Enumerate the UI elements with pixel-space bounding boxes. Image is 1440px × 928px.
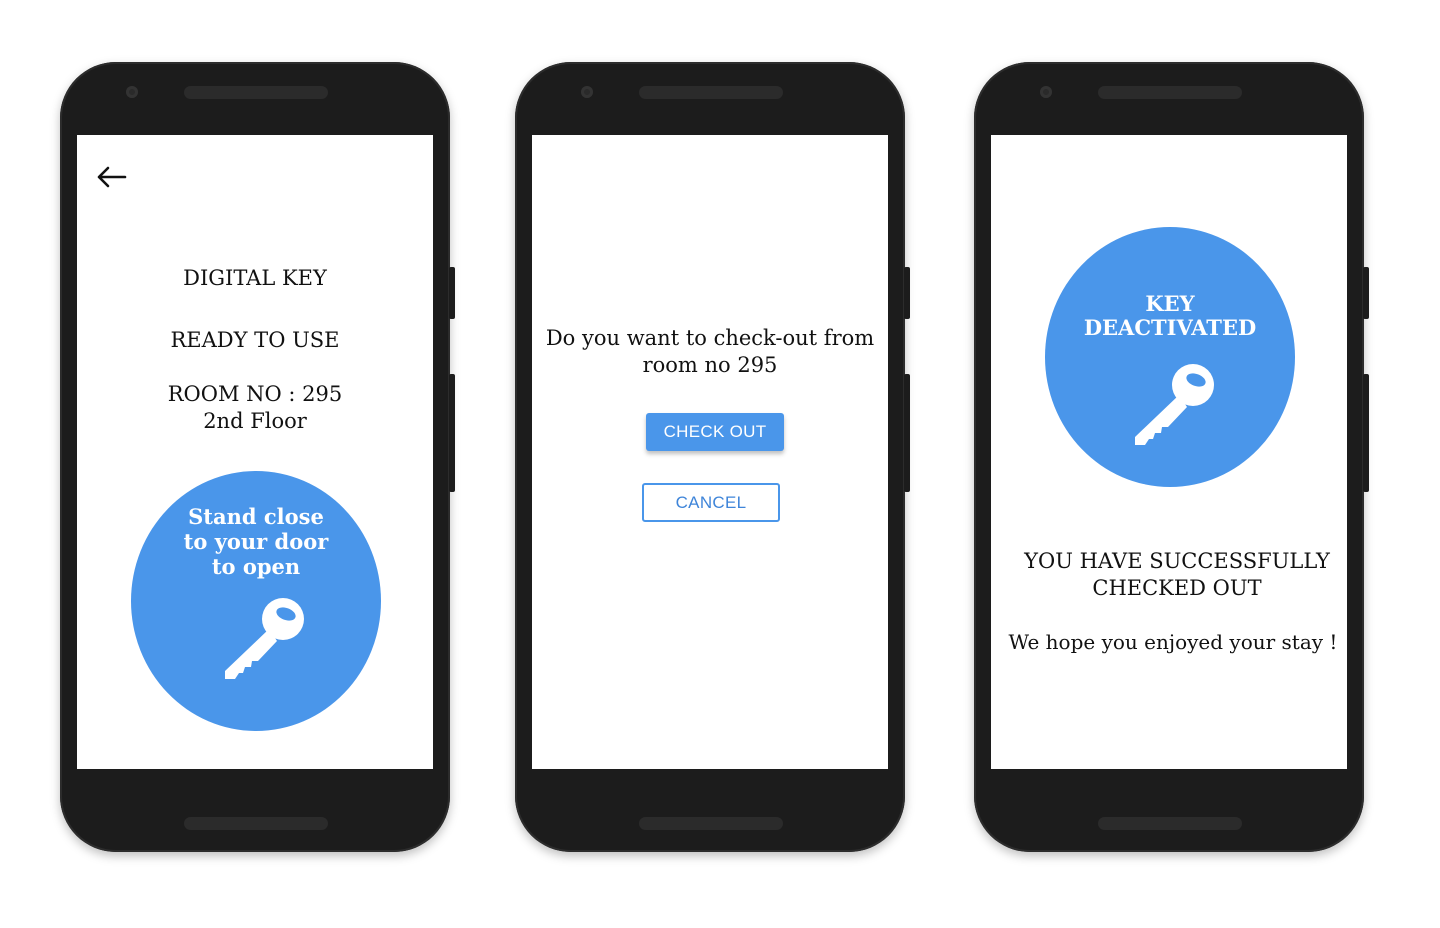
- digital-key-screen: DIGITAL KEY READY TO USE ROOM NO : 295 2…: [77, 135, 433, 769]
- checkout-confirm-screen: Do you want to check-out from room no 29…: [532, 135, 888, 769]
- checked-out-screen: KEY DEACTIVATED YOU HAVE SUCCESSFULLY CH…: [991, 135, 1347, 769]
- key-icon: [1121, 355, 1221, 455]
- earpiece-speaker: [184, 86, 328, 99]
- power-button: [449, 267, 455, 319]
- farewell-text: We hope you enjoyed your stay !: [1008, 630, 1338, 654]
- arrow-left-icon[interactable]: [93, 163, 129, 191]
- camera: [126, 86, 138, 98]
- instruction-line-1: Stand close: [188, 504, 324, 529]
- camera: [1040, 86, 1052, 98]
- cancel-button[interactable]: CANCEL: [642, 483, 780, 522]
- page-title: DIGITAL KEY: [183, 266, 327, 290]
- success-line-2: CHECKED OUT: [1092, 576, 1262, 600]
- volume-button: [449, 374, 455, 492]
- deactivated-label: DEACTIVATED: [1083, 315, 1257, 340]
- bottom-speaker: [639, 817, 783, 830]
- phone-checkout-confirm: Do you want to check-out from room no 29…: [515, 62, 910, 852]
- key-label: KEY: [1145, 291, 1195, 316]
- power-button: [1363, 267, 1369, 319]
- earpiece-speaker: [639, 86, 783, 99]
- unlock-circle[interactable]: Stand close to your door to open: [131, 471, 381, 731]
- camera: [581, 86, 593, 98]
- instruction-line-2: to your door: [183, 529, 329, 554]
- volume-button: [1363, 374, 1369, 492]
- phone-checked-out: KEY DEACTIVATED YOU HAVE SUCCESSFULLY CH…: [974, 62, 1369, 852]
- key-icon: [211, 589, 311, 689]
- power-button: [904, 267, 910, 319]
- key-deactivated-circle: KEY DEACTIVATED: [1045, 227, 1295, 487]
- status-text: READY TO USE: [170, 328, 340, 352]
- earpiece-speaker: [1098, 86, 1242, 99]
- volume-button: [904, 374, 910, 492]
- room-number: ROOM NO : 295: [167, 382, 343, 406]
- check-out-button[interactable]: CHECK OUT: [646, 413, 784, 451]
- checkout-question-line-1: Do you want to check-out from: [545, 326, 875, 350]
- phone-digital-key: DIGITAL KEY READY TO USE ROOM NO : 295 2…: [60, 62, 455, 852]
- bottom-speaker: [184, 817, 328, 830]
- instruction-line-3: to open: [211, 554, 301, 579]
- bottom-speaker: [1098, 817, 1242, 830]
- success-line-1: YOU HAVE SUCCESSFULLY: [1024, 549, 1330, 573]
- floor-text: 2nd Floor: [203, 409, 307, 433]
- checkout-question-line-2: room no 295: [642, 353, 778, 377]
